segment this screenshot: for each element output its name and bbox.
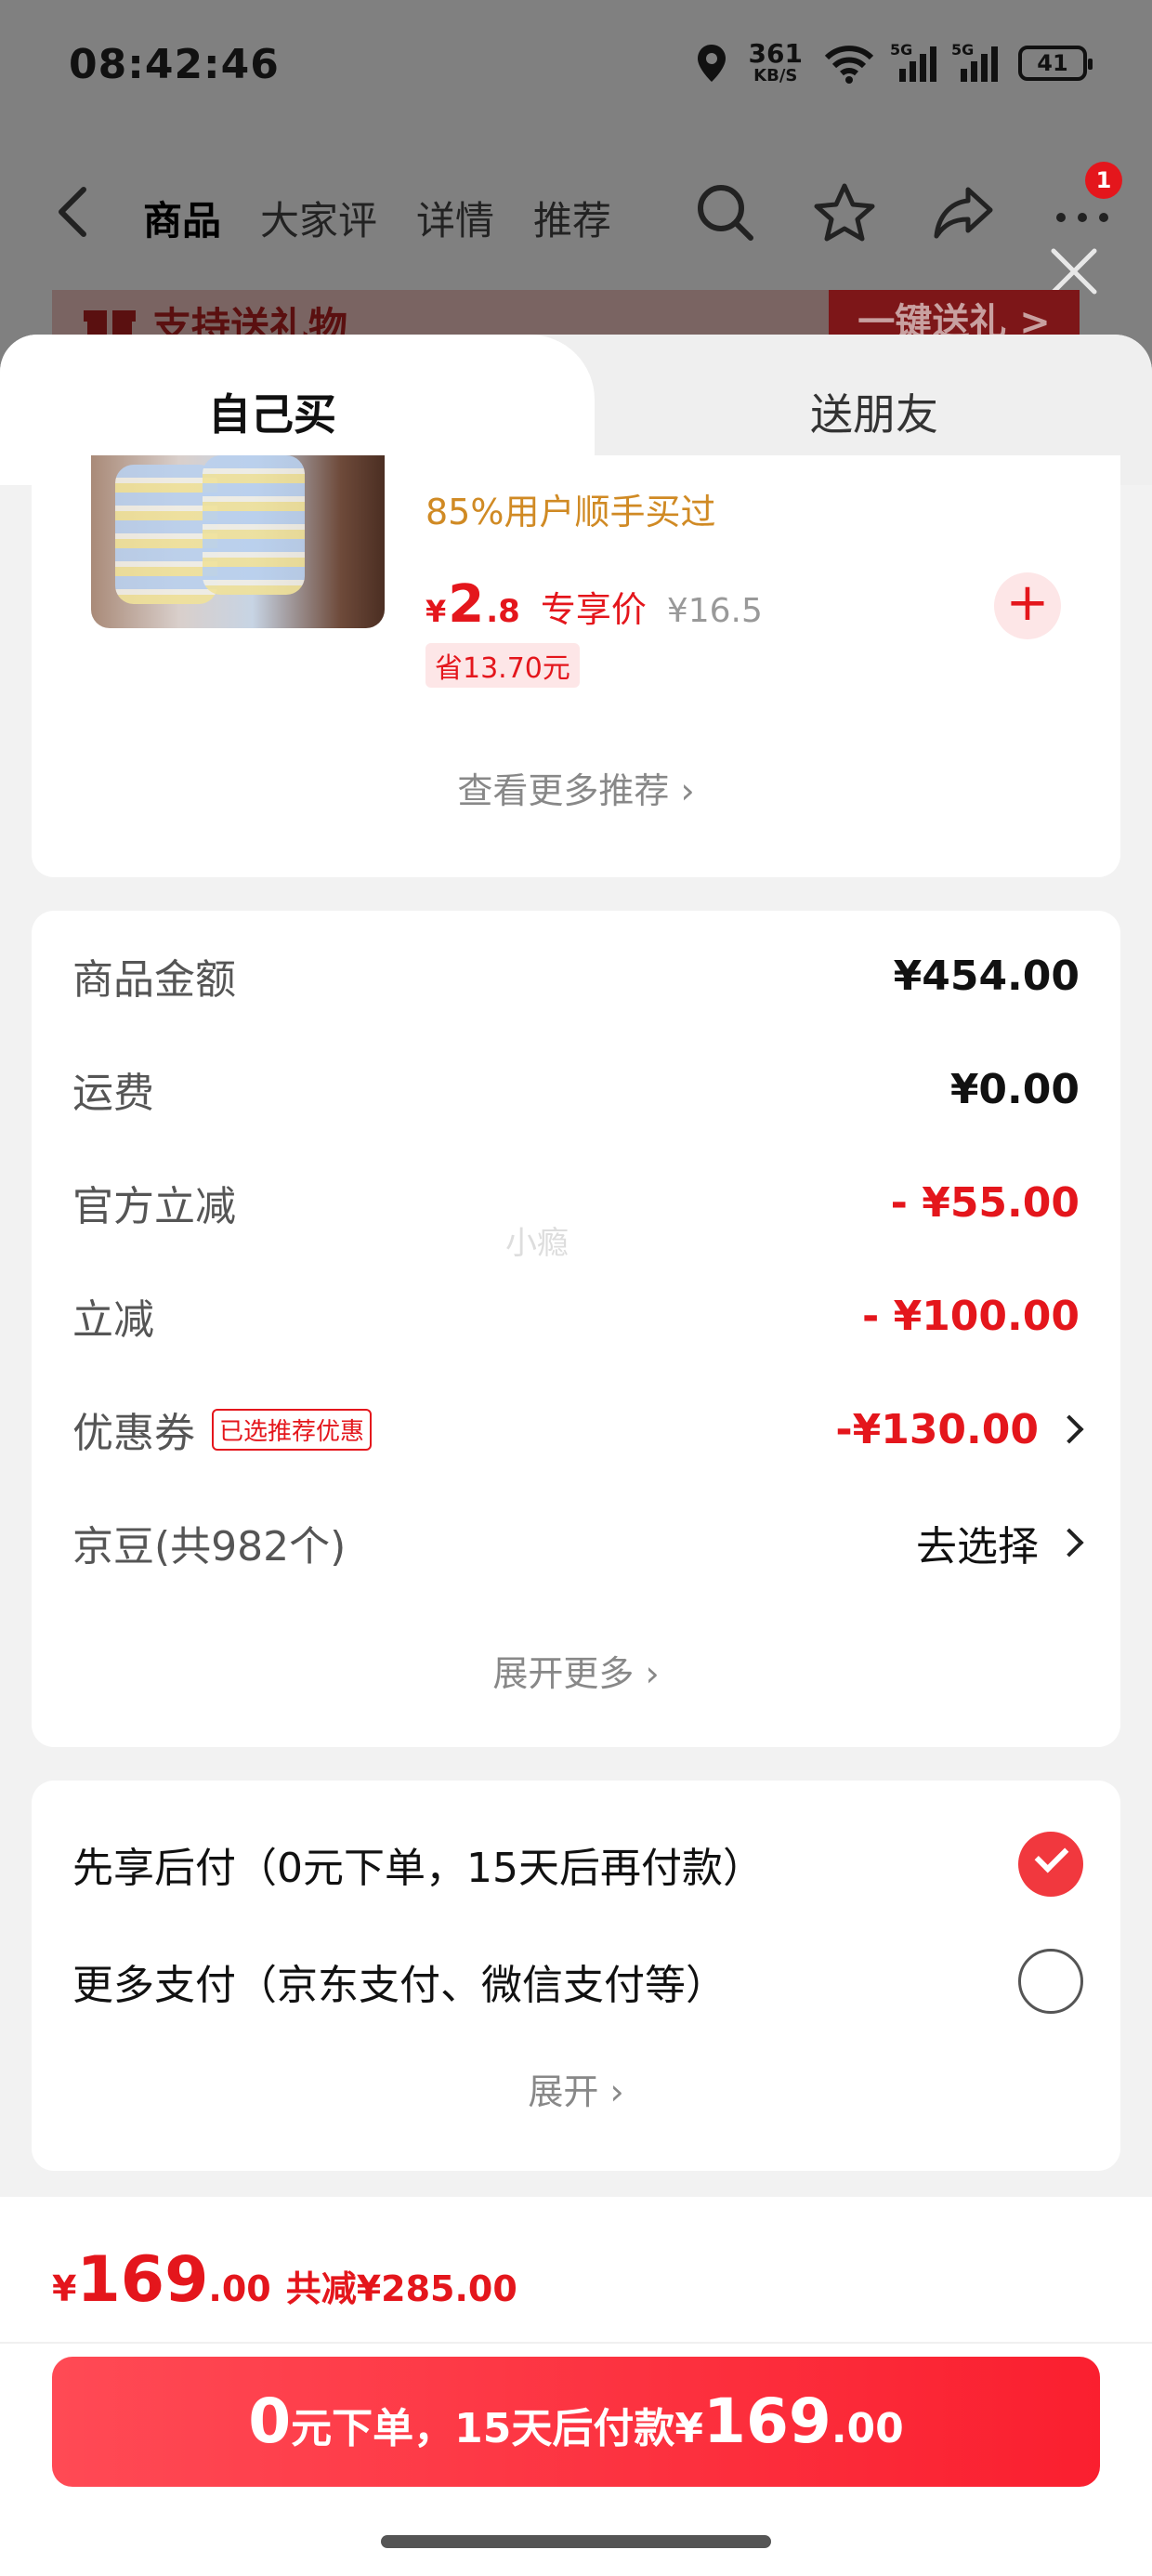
status-bar: 08:42:46 361 KB/S 5G 5G 41 <box>0 0 1152 139</box>
pay-option-bnpl[interactable]: 先享后付（0元下单，15天后再付款） <box>72 1829 1083 1899</box>
row-label: 官方立减 <box>72 1183 236 1230</box>
row-official-discount: 官方立减 - ¥55.00 <box>72 1175 1080 1231</box>
signal-icon-2: 5G <box>951 41 998 82</box>
row-value: - ¥100.00 <box>862 1292 1080 1340</box>
search-icon[interactable] <box>693 180 758 245</box>
tab-recommend[interactable]: 推荐 <box>533 190 611 246</box>
recommendation-card: 85%用户顺手买过 ¥ 2 .8 专享价 ¥16.5 省13.70元 + 查看更… <box>32 455 1120 877</box>
signal-icon: 5G <box>890 41 936 82</box>
original-price: ¥16.5 <box>666 592 763 630</box>
add-item-button[interactable]: + <box>994 572 1061 639</box>
row-value: ¥454.00 <box>893 952 1080 1000</box>
currency-symbol: ¥ <box>425 594 447 629</box>
row-value: ¥0.00 <box>949 1065 1080 1113</box>
total-integer: 169 <box>76 2243 209 2317</box>
tab-product[interactable]: 商品 <box>143 190 221 246</box>
submit-text-a: 0 <box>248 2385 292 2457</box>
product-nav-bar: 商品 大家评 详情 推荐 1 <box>0 162 1152 260</box>
total-saved: 共减¥285.00 <box>285 2268 517 2309</box>
home-indicator[interactable] <box>381 2535 771 2548</box>
divider <box>0 2342 1152 2344</box>
tab-buy-self-label: 自己买 <box>208 389 336 440</box>
submit-text-c: 169 <box>703 2385 831 2457</box>
row-label: 运费 <box>72 1070 154 1117</box>
submit-text-b: 元下单，15天后付款¥ <box>291 2405 704 2452</box>
more-icon[interactable]: 1 <box>1050 162 1122 245</box>
row-label: 京豆(共982个) <box>72 1523 347 1571</box>
price-decimal: .8 <box>486 593 520 630</box>
row-label: 优惠券 <box>72 1410 195 1457</box>
back-icon[interactable] <box>52 184 93 240</box>
price-integer: 2 <box>448 574 485 635</box>
wifi-icon <box>824 46 874 84</box>
chevron-right-icon <box>1054 1414 1084 1444</box>
total-currency: ¥ <box>52 2268 77 2309</box>
status-time: 08:42:46 <box>69 41 280 88</box>
radio-checked-icon[interactable] <box>1018 1832 1083 1897</box>
recommend-subtitle: 85%用户顺手买过 <box>425 492 716 532</box>
network-speed: 361 KB/S <box>748 38 803 85</box>
expand-payments-link[interactable]: 展开 › <box>32 2063 1120 2114</box>
payment-method-card: 先享后付（0元下单，15天后再付款） 更多支付（京东支付、微信支付等） 展开 › <box>32 1781 1120 2171</box>
pay-option-more[interactable]: 更多支付（京东支付、微信支付等） <box>72 1946 1083 2017</box>
row-jd-beans[interactable]: 京豆(共982个) 去选择 <box>72 1513 1084 1572</box>
row-value: - ¥55.00 <box>890 1178 1080 1227</box>
tab-details[interactable]: 详情 <box>416 190 494 246</box>
nav-actions: 1 <box>693 162 1122 245</box>
tab-reviews[interactable]: 大家评 <box>260 190 377 246</box>
chevron-right-icon <box>1054 1528 1084 1557</box>
expand-more-link[interactable]: 展开更多 › <box>32 1645 1120 1696</box>
pay-option-label: 更多支付（京东支付、微信支付等） <box>72 1962 727 2009</box>
row-label-group: 优惠券 已选推荐优惠 <box>72 1400 373 1459</box>
star-icon[interactable] <box>812 180 877 245</box>
checkout-sheet: 自己买 送朋友 85%用户顺手买过 ¥ 2 .8 专享价 ¥16.5 省13.7… <box>0 335 1152 2576</box>
row-instant-discount: 立减 - ¥100.00 <box>72 1288 1080 1345</box>
pay-option-label: 先享后付（0元下单，15天后再付款） <box>72 1845 764 1892</box>
save-tag: 省13.70元 <box>425 643 580 688</box>
status-icons: 361 KB/S 5G 5G 41 <box>695 38 1093 85</box>
row-goods-amount: 商品金额 ¥454.00 <box>72 948 1080 1005</box>
row-coupon[interactable]: 优惠券 已选推荐优惠 -¥130.00 <box>72 1400 1084 1459</box>
coupon-tag: 已选推荐优惠 <box>212 1408 373 1451</box>
price-summary-card: 小瘾 商品金额 ¥454.00 运费 ¥0.00 官方立减 - ¥55.00 立… <box>32 911 1120 1747</box>
price-tag: 专享价 <box>540 589 647 630</box>
share-icon[interactable] <box>931 180 996 245</box>
submit-text-d: .00 <box>831 2405 904 2452</box>
row-value-group: -¥130.00 <box>835 1405 1084 1453</box>
checkout-footer: ¥ 169 .00 共减¥285.00 0 元下单，15天后付款¥ 169 .0… <box>0 2197 1152 2576</box>
recommend-price-row: ¥ 2 .8 专享价 ¥16.5 <box>425 574 763 635</box>
radio-unchecked-icon[interactable] <box>1018 1949 1083 2014</box>
row-value-group: 去选择 <box>916 1513 1084 1572</box>
total-decimal: .00 <box>208 2268 271 2309</box>
total-price: ¥ 169 .00 共减¥285.00 <box>52 2243 517 2317</box>
submit-order-button[interactable]: 0 元下单，15天后付款¥ 169 .00 <box>52 2357 1100 2487</box>
product-thumbnail[interactable] <box>91 455 385 628</box>
row-value: -¥130.00 <box>835 1405 1039 1453</box>
location-icon <box>697 45 726 82</box>
notification-badge: 1 <box>1085 162 1122 199</box>
row-value: 去选择 <box>916 1523 1039 1571</box>
nav-tabs: 商品 大家评 详情 推荐 <box>143 190 611 246</box>
row-label: 商品金额 <box>72 956 236 1004</box>
row-shipping: 运费 ¥0.00 <box>72 1061 1080 1118</box>
battery-icon: 41 <box>1018 46 1093 81</box>
tab-send-friend[interactable]: 送朋友 <box>810 381 938 442</box>
more-recommend-link[interactable]: 查看更多推荐 › <box>32 762 1120 813</box>
row-label: 立减 <box>72 1296 154 1344</box>
